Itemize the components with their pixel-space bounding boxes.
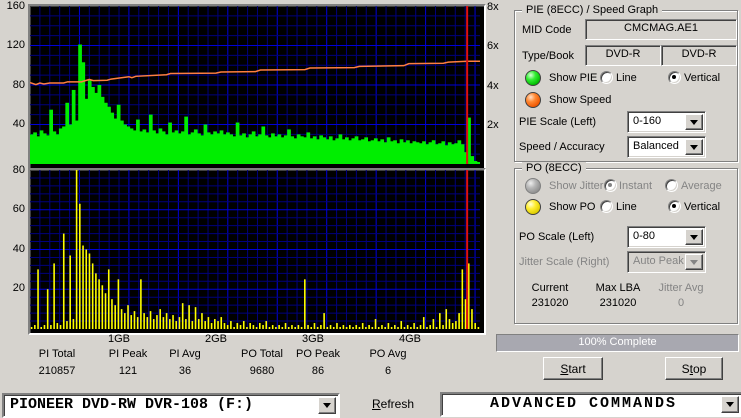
jitter-avg-value: 0 <box>677 297 685 309</box>
jitter-scale-combo: Auto Peak <box>627 251 706 273</box>
pie-scale-combo[interactable]: 0-160 <box>627 111 706 133</box>
speed-accuracy-value: Balanced <box>633 140 679 152</box>
stat-po-avg: PO Avg 6 <box>369 348 407 377</box>
po-chart-canvas <box>30 170 480 329</box>
show-po-label: Show PO <box>549 201 596 213</box>
pie-axis-tick: 40 <box>12 118 25 130</box>
jitter-average-radio <box>665 179 678 192</box>
show-speed-led-button[interactable] <box>525 92 541 108</box>
pie-line-radio[interactable] <box>600 71 613 84</box>
current-label: Current <box>531 282 569 294</box>
po-axis-tick: 60 <box>12 203 25 215</box>
pie-speed-group-title: PIE (8ECC) / Speed Graph <box>522 4 663 16</box>
po-scale-label: PO Scale (Left) <box>519 231 595 243</box>
pie-vertical-radio-label: Vertical <box>684 72 721 84</box>
refresh-button[interactable]: Refresh <box>372 397 414 411</box>
jitter-scale-value: Auto Peak <box>633 255 684 267</box>
show-jitter-led-button <box>525 178 541 194</box>
drive-selector-combo[interactable]: PIONEER DVD-RW DVR-108 (F:) <box>2 393 340 418</box>
progress-text: 100% Complete <box>578 336 657 348</box>
dropdown-arrow-icon[interactable] <box>318 397 336 414</box>
dropdown-arrow-icon[interactable] <box>685 139 703 155</box>
disc-type-field: DVD-R <box>585 45 661 66</box>
po-line-radio[interactable] <box>600 200 613 213</box>
advanced-commands-value: ADVANCED COMMANDS <box>489 395 678 412</box>
jitter-instant-radio <box>604 179 617 192</box>
po-scale-value: 0-80 <box>633 230 656 242</box>
po-line-radio-label: Line <box>616 201 637 213</box>
max-lba-value: 231020 <box>599 297 637 309</box>
drive-selector-value: PIONEER DVD-RW DVR-108 (F:) <box>10 396 254 413</box>
scan-application-window: 160 120 80 40 8x 6x 4x 2x 80 60 40 20 1G… <box>0 0 741 418</box>
mid-code-label: MID Code <box>522 24 572 36</box>
po-axis-tick: 80 <box>12 164 25 176</box>
pie-scale-label: PIE Scale (Left) <box>519 116 597 128</box>
po-scale-combo[interactable]: 0-80 <box>627 226 706 248</box>
speed-axis-tick: 2x <box>487 119 499 131</box>
x-axis-tick: 3GB <box>301 333 324 345</box>
stop-button[interactable]: Stop <box>665 357 723 380</box>
dropdown-arrow-icon[interactable] <box>685 114 703 130</box>
dropdown-arrow-icon[interactable] <box>721 396 739 413</box>
pie-vertical-radio[interactable] <box>668 71 681 84</box>
pie-axis-tick: 160 <box>6 0 25 12</box>
speed-axis-tick: 8x <box>487 1 499 13</box>
speed-accuracy-combo[interactable]: Balanced <box>627 136 706 158</box>
jitter-instant-radio-label: Instant <box>619 180 653 192</box>
speed-axis-tick: 6x <box>487 40 499 52</box>
max-lba-label: Max LBA <box>595 282 641 294</box>
current-value: 231020 <box>531 297 569 309</box>
dropdown-arrow-icon[interactable] <box>685 229 703 245</box>
pie-line-radio-label: Line <box>616 72 637 84</box>
mid-code-field: CMCMAG.AE1 <box>585 19 737 40</box>
po-chart <box>28 168 486 335</box>
jitter-avg-label: Jitter Avg <box>658 282 704 294</box>
pie-speed-chart <box>28 4 486 170</box>
start-button[interactable]: Start <box>543 357 603 380</box>
jitter-average-radio-label: Average <box>681 180 722 192</box>
stat-pi-avg: PI Avg 36 <box>169 348 201 377</box>
speed-axis-tick: 4x <box>487 80 499 92</box>
pie-scale-value: 0-160 <box>633 115 662 127</box>
show-pie-label: Show PIE <box>549 72 598 84</box>
progress-bar: 100% Complete <box>496 334 739 352</box>
pie-axis-tick: 120 <box>6 39 25 51</box>
po-vertical-radio[interactable] <box>668 200 681 213</box>
type-book-label: Type/Book <box>522 50 574 62</box>
pie-speed-chart-canvas <box>30 6 480 164</box>
stat-pi-total: PI Total 210857 <box>38 348 76 377</box>
show-po-led-button[interactable] <box>525 199 541 215</box>
po-group-title: PO (8ECC) <box>522 162 586 174</box>
po-axis-tick: 20 <box>12 282 25 294</box>
show-jitter-label: Show Jitter <box>549 180 604 192</box>
dropdown-arrow-icon <box>685 254 703 270</box>
pie-axis-tick: 80 <box>12 79 25 91</box>
jitter-scale-label: Jitter Scale (Right) <box>519 256 610 268</box>
po-axis-tick: 40 <box>12 243 25 255</box>
show-pie-led-button[interactable] <box>525 70 541 86</box>
x-axis-tick: 4GB <box>398 333 421 345</box>
show-speed-label: Show Speed <box>549 94 612 106</box>
x-axis-tick: 1GB <box>107 333 130 345</box>
stat-po-peak: PO Peak 86 <box>295 348 341 377</box>
speed-accuracy-label: Speed / Accuracy <box>519 141 605 153</box>
book-type-field: DVD-R <box>661 45 737 66</box>
advanced-commands-combo[interactable]: ADVANCED COMMANDS <box>440 392 741 417</box>
po-vertical-radio-label: Vertical <box>684 201 721 213</box>
x-axis-tick: 2GB <box>204 333 227 345</box>
